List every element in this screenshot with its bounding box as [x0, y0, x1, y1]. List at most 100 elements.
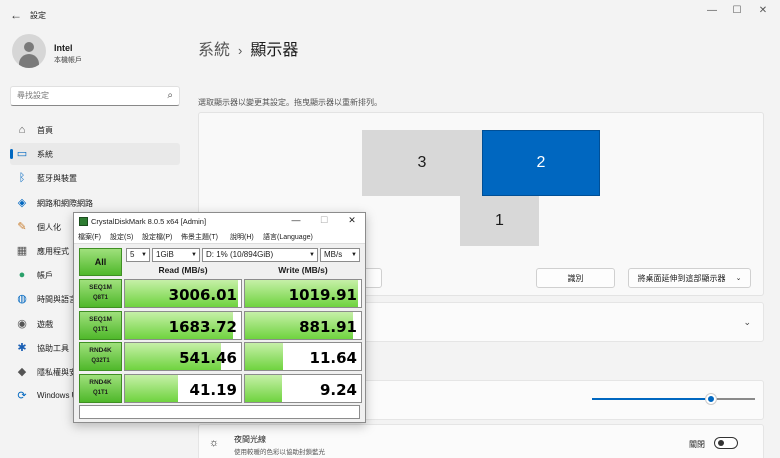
sidebar-item-label: 遊戲: [37, 319, 53, 329]
cdm-test-button[interactable]: SEQ1M Q1T1: [79, 310, 122, 340]
back-arrow-icon[interactable]: ←: [10, 8, 22, 22]
maximize-icon[interactable]: ☐: [730, 5, 744, 16]
extend-display-label: 將桌面延伸到這部顯示器: [637, 273, 726, 283]
cdm-write-result: 881.91: [244, 310, 362, 340]
breadcrumb-chevron-icon: ›: [238, 43, 243, 58]
cdm-comment-field[interactable]: [79, 405, 360, 419]
night-light-subtitle: 使用較暖的色彩以協助封鎖藍光: [234, 449, 325, 456]
cdm-read-header: Read (MB/s): [158, 265, 208, 275]
night-light-title: 夜間光線: [234, 435, 266, 444]
cdm-test-name: RND4K: [89, 347, 112, 354]
sidebar-item-0[interactable]: ⌂ 首頁: [10, 119, 180, 141]
identify-button[interactable]: 識別: [536, 268, 615, 288]
monitor-3-label: 3: [417, 154, 427, 171]
cdm-close-icon[interactable]: ✕: [346, 215, 358, 226]
monitor-2-label: 2: [536, 154, 546, 171]
cdm-unit-select[interactable]: MB/s ▼: [320, 248, 360, 262]
cdm-write-value: 881.91: [299, 317, 357, 336]
cdm-maximize-icon[interactable]: ☐: [318, 215, 330, 226]
cdm-write-bar: [245, 343, 284, 370]
wifi-icon: ◈: [17, 196, 27, 209]
minimize-icon[interactable]: —: [705, 5, 719, 16]
chevron-down-icon: ⌄: [735, 275, 742, 282]
cdm-menu-item-2[interactable]: 設定檔(P): [142, 232, 172, 242]
cdm-read-value: 3006.01: [168, 286, 237, 304]
cdm-write-value: 11.64: [309, 349, 357, 367]
title-bar: ← 設定 — ☐ ✕: [0, 0, 780, 30]
account-icon: ●: [18, 269, 26, 282]
sidebar-item-label: 網路和網際網路: [37, 198, 93, 208]
cdm-write-header: Write (MB/s): [278, 265, 328, 275]
cdm-all-button[interactable]: All: [79, 248, 122, 276]
cdm-size-select[interactable]: 1GiB ▼: [152, 248, 200, 262]
cdm-write-bar: [245, 374, 283, 402]
sidebar-item-label: 系統: [37, 150, 53, 160]
night-light-toggle[interactable]: [714, 437, 738, 449]
update-icon: ⟳: [17, 390, 27, 403]
sidebar-item-label: 個人化: [37, 222, 61, 232]
close-icon[interactable]: ✕: [756, 5, 770, 16]
cdm-write-value: 1019.91: [288, 286, 357, 304]
monitor-3[interactable]: 3: [362, 130, 482, 196]
sidebar-item-label: 時間與語言: [37, 295, 77, 305]
cdm-test-button[interactable]: RND4K Q1T1: [79, 373, 122, 403]
monitor-1[interactable]: 1: [460, 196, 539, 246]
cdm-read-bar: [125, 374, 179, 402]
sidebar-item-label: 協助工具: [37, 343, 69, 353]
cdm-read-result: 3006.01: [124, 279, 242, 308]
cdm-menu-bar: 檔案(F) 設定(S) 設定檔(P) 佈景主題(T) 說明(H) 語言(Language): [74, 230, 365, 244]
chevron-down-icon: ▼: [191, 252, 197, 258]
cdm-size-value: 1GiB: [156, 250, 174, 259]
chevron-down-icon[interactable]: ⌄: [743, 317, 751, 328]
cdm-title-bar[interactable]: CrystalDiskMark 8.0.5 x64 [Admin] — ☐ ✕: [74, 213, 365, 230]
avatar-head-icon: [24, 42, 34, 52]
sidebar-item-label: 藍牙與裝置: [37, 174, 77, 184]
sidebar-item-3[interactable]: ◈ 網路和網際網路: [10, 192, 180, 214]
search-icon[interactable]: ⌕: [167, 90, 173, 101]
sidebar-item-2[interactable]: ᛒ 藍牙與裝置: [10, 167, 180, 189]
cdm-test-name: RND4K: [89, 378, 112, 386]
cdm-test-queue: Q1T1: [92, 326, 108, 333]
sun-icon: ☼: [209, 437, 220, 449]
cdm-read-result: 41.19: [124, 373, 242, 403]
cdm-test-name: SEQ1M: [89, 284, 112, 291]
user-account-type: 本機帳戶: [54, 57, 82, 64]
cdm-app-icon: [79, 217, 88, 226]
cdm-menu-item-3[interactable]: 佈景主題(T): [181, 232, 218, 242]
sidebar-item-label: 帳戶: [37, 271, 53, 281]
home-icon: ⌂: [18, 124, 26, 136]
sidebar-item-1[interactable]: ▭ 系統: [10, 143, 180, 166]
cdm-test-name: SEQ1M: [89, 315, 112, 323]
search-input[interactable]: [17, 91, 157, 100]
avatar-body-icon: [19, 54, 39, 68]
sidebar-item-label: 應用程式: [37, 247, 69, 256]
cdm-menu-item-5[interactable]: 語言(Language): [263, 232, 313, 242]
cdm-read-result: 1683.72: [124, 310, 242, 340]
brightness-slider-thumb[interactable]: [705, 394, 716, 404]
cdm-menu-item-1[interactable]: 設定(S): [110, 232, 133, 242]
cdm-menu-item-4[interactable]: 說明(H): [230, 232, 254, 242]
brightness-slider[interactable]: [592, 394, 755, 404]
cdm-title: CrystalDiskMark 8.0.5 x64 [Admin]: [91, 217, 207, 226]
monitor-2[interactable]: 2: [482, 130, 600, 196]
shield-icon: ◆: [17, 366, 27, 378]
globe-icon: ◍: [17, 293, 27, 306]
chevron-down-icon: ▼: [141, 252, 147, 258]
chevron-down-icon: ▼: [309, 252, 315, 258]
breadcrumb-parent[interactable]: 系統: [198, 42, 230, 59]
cdm-count-select[interactable]: 5 ▼: [126, 248, 150, 262]
chevron-down-icon: ▼: [351, 252, 357, 258]
night-light-state: 關閉: [689, 440, 705, 449]
cdm-minimize-icon[interactable]: —: [290, 215, 302, 225]
cdm-test-queue: Q1T1: [92, 389, 108, 396]
cdm-test-button[interactable]: SEQ1M Q8T1: [79, 279, 122, 308]
app-title: 設定: [30, 11, 46, 20]
cdm-drive-select[interactable]: D: 1% (10/894GiB) ▼: [202, 248, 318, 262]
page-title: 顯示器: [250, 42, 299, 59]
avatar[interactable]: [12, 34, 46, 68]
cdm-menu-item-0[interactable]: 檔案(F): [78, 232, 101, 242]
extend-display-dropdown[interactable]: 將桌面延伸到這部顯示器 ⌄: [628, 268, 751, 288]
crystaldiskmark-window: CrystalDiskMark 8.0.5 x64 [Admin] — ☐ ✕ …: [73, 212, 366, 423]
cdm-test-button[interactable]: RND4K Q32T1: [79, 342, 122, 371]
search-box[interactable]: ⌕: [10, 86, 180, 106]
